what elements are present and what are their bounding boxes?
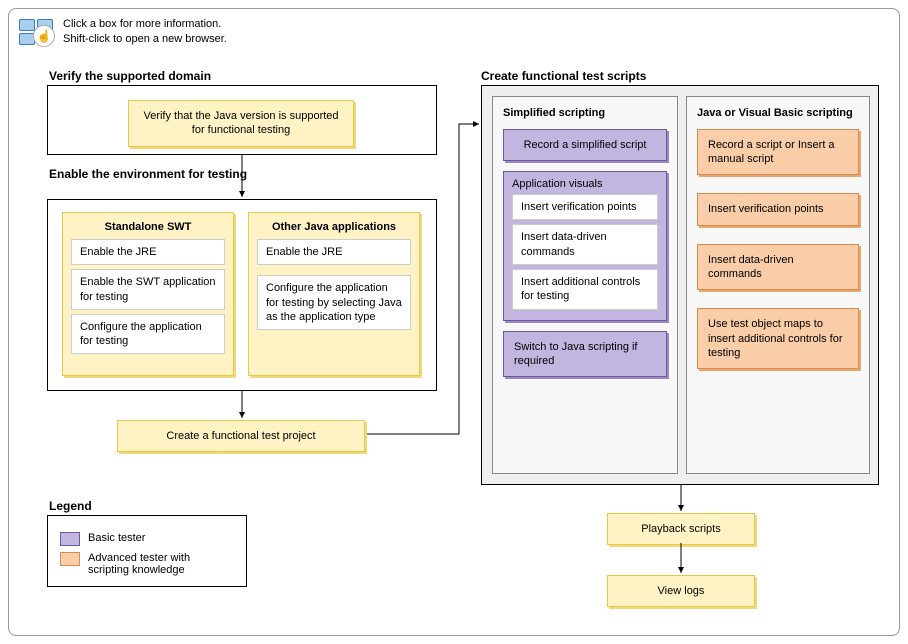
hint-line2: Shift-click to open a new browser.	[63, 32, 227, 47]
section-enable-box: Standalone SWT Enable the JRE Enable the…	[47, 199, 437, 391]
swt-enable-app[interactable]: Enable the SWT application for testing	[71, 269, 225, 310]
hint-row: ☝ Click a box for more information. Shif…	[19, 17, 227, 49]
record-or-manual-script[interactable]: Record a script or Insert a manual scrip…	[697, 129, 859, 176]
panel-java-vb-title: Java or Visual Basic scripting	[697, 107, 859, 121]
legend-basic-row: Basic tester	[60, 532, 234, 546]
application-visuals-title: Application visuals	[512, 178, 658, 190]
other-enable-jre[interactable]: Enable the JRE	[257, 239, 411, 265]
create-project-box[interactable]: Create a functional test project	[117, 420, 365, 452]
application-visuals-group: Application visuals Insert verification …	[503, 171, 667, 320]
appvis-insert-datadriven[interactable]: Insert data-driven commands	[512, 224, 658, 265]
insert-data-driven-commands[interactable]: Insert data-driven commands	[697, 244, 859, 291]
swt-enable-jre[interactable]: Enable the JRE	[71, 239, 225, 265]
panel-standalone-swt-title: Standalone SWT	[71, 221, 225, 233]
insert-verification-points[interactable]: Insert verification points	[697, 193, 859, 225]
use-test-object-maps[interactable]: Use test object maps to insert additiona…	[697, 308, 859, 369]
swt-configure-app[interactable]: Configure the application for testing	[71, 314, 225, 355]
panel-standalone-swt: Standalone SWT Enable the JRE Enable the…	[62, 212, 234, 376]
appvis-insert-verification[interactable]: Insert verification points	[512, 194, 658, 220]
legend-advanced-row: Advanced tester with scripting knowledge	[60, 552, 234, 576]
switch-to-java-scripting[interactable]: Switch to Java scripting if required	[503, 331, 667, 378]
section-create-scripts-box: Simplified scripting Record a simplified…	[481, 85, 879, 485]
legend-swatch-basic	[60, 532, 80, 546]
verify-java-box[interactable]: Verify that the Java version is supporte…	[128, 100, 354, 147]
legend-basic-label: Basic tester	[88, 532, 145, 544]
panel-simplified-scripting: Simplified scripting Record a simplified…	[492, 96, 678, 474]
panel-simplified-title: Simplified scripting	[503, 107, 667, 121]
section-verify-box: Verify that the Java version is supporte…	[47, 85, 437, 155]
view-logs-box[interactable]: View logs	[607, 575, 755, 607]
legend-swatch-advanced	[60, 552, 80, 566]
record-simplified-script[interactable]: Record a simplified script	[503, 129, 667, 161]
section-create-scripts-title: Create functional test scripts	[481, 69, 646, 83]
section-enable-title: Enable the environment for testing	[49, 167, 249, 182]
section-verify-title: Verify the supported domain	[49, 69, 211, 83]
hint-line1: Click a box for more information.	[63, 17, 227, 32]
playback-scripts-box[interactable]: Playback scripts	[607, 513, 755, 545]
diagram-container: ☝ Click a box for more information. Shif…	[8, 8, 900, 636]
hint-text: Click a box for more information. Shift-…	[63, 17, 227, 47]
panel-java-vb-scripting: Java or Visual Basic scripting Record a …	[686, 96, 870, 474]
pointer-hand-icon: ☝	[33, 25, 55, 47]
panel-other-java: Other Java applications Enable the JRE C…	[248, 212, 420, 376]
legend-advanced-label: Advanced tester with scripting knowledge	[88, 552, 228, 576]
legend-title: Legend	[49, 499, 92, 513]
clickable-boxes-icon: ☝	[19, 17, 55, 49]
legend-box: Basic tester Advanced tester with script…	[47, 515, 247, 587]
appvis-insert-controls[interactable]: Insert additional controls for testing	[512, 269, 658, 310]
other-configure-app[interactable]: Configure the application for testing by…	[257, 275, 411, 330]
panel-other-java-title: Other Java applications	[257, 221, 411, 233]
